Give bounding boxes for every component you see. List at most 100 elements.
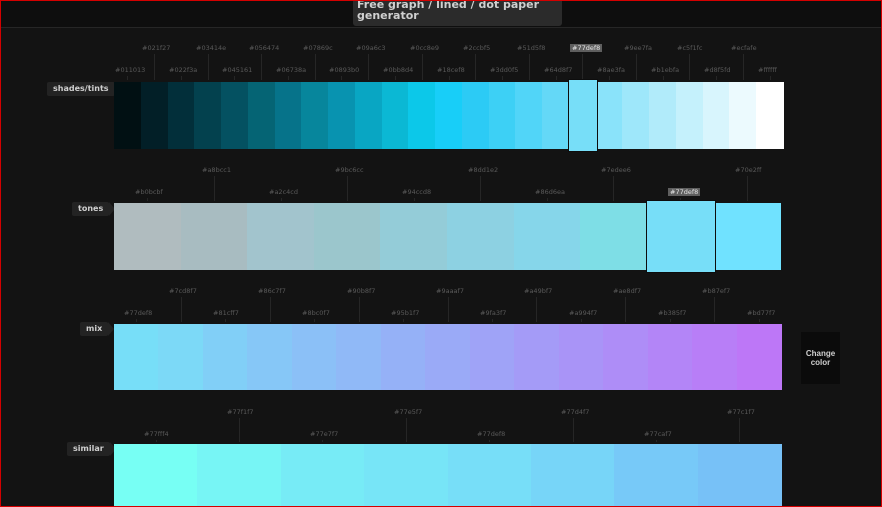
mix-swatch[interactable]	[692, 324, 738, 390]
shades-hex-label: #045161	[222, 66, 253, 74]
shades-swatch[interactable]	[328, 82, 357, 149]
similar-swatch[interactable]	[697, 444, 782, 507]
mix-swatch[interactable]	[514, 324, 560, 390]
shades-swatch[interactable]	[542, 82, 571, 149]
tones-swatch[interactable]	[380, 203, 449, 270]
shades-swatch[interactable]	[515, 82, 544, 149]
shades-swatch[interactable]	[247, 82, 276, 149]
shades-swatch[interactable]	[221, 82, 250, 149]
tones-swatch[interactable]	[713, 203, 782, 270]
shades-swatch[interactable]	[274, 82, 303, 149]
similar-swatch[interactable]	[280, 444, 365, 507]
tones-hex-tick	[747, 176, 748, 201]
similar-hex-label: #77def8	[477, 430, 506, 438]
shades-hex-label: #056474	[249, 44, 280, 52]
site-banner[interactable]: Free graph / lined / dot paper generator	[353, 0, 562, 26]
shades-hex-tick	[475, 54, 476, 80]
shades-swatch[interactable]	[114, 82, 142, 149]
shades-swatch[interactable]	[435, 82, 464, 149]
mix-hex-tick	[359, 297, 360, 322]
tones-swatch[interactable]	[646, 201, 715, 272]
similar-swatch[interactable]	[447, 444, 532, 507]
tones-hex-label: #a8bcc1	[202, 166, 231, 174]
shades-hex-tick	[208, 54, 209, 80]
mix-hex-label: #a49bf7	[524, 287, 553, 295]
mix-swatch[interactable]	[114, 324, 159, 390]
mix-hex-label: #9fa3f7	[480, 309, 507, 317]
shades-swatch[interactable]	[354, 82, 383, 149]
tones-hex-tick	[214, 176, 215, 201]
mix-swatch[interactable]	[603, 324, 649, 390]
tones-swatch[interactable]	[114, 203, 182, 270]
similar-swatch[interactable]	[530, 444, 615, 507]
shades-swatch[interactable]	[702, 82, 731, 149]
shades-hex-tick	[395, 76, 396, 80]
shades-hex-label: #8ae3fa	[597, 66, 625, 74]
shades-swatch[interactable]	[408, 82, 437, 149]
mix-swatch[interactable]	[469, 324, 515, 390]
tones-swatch[interactable]	[513, 203, 582, 270]
mix-hex-tick	[403, 319, 404, 322]
mix-hex-label: #9aaaf7	[436, 287, 464, 295]
tones-swatch[interactable]	[447, 203, 515, 270]
tones-hex-label: #86d6ea	[535, 188, 565, 196]
similar-hex-label: #77f1f7	[227, 408, 254, 416]
shades-swatch[interactable]	[301, 82, 330, 149]
tones-hex-tick	[147, 198, 148, 201]
shades-swatch[interactable]	[568, 80, 597, 151]
mix-hex-label: #81cff7	[213, 309, 239, 317]
shades-swatch[interactable]	[729, 82, 758, 149]
similar-hex-tick	[406, 418, 407, 442]
shades-swatch[interactable]	[488, 82, 517, 149]
tones-swatch[interactable]	[247, 203, 316, 270]
similar-hex-label: #77caf7	[644, 430, 672, 438]
mix-swatch[interactable]	[336, 324, 382, 390]
shades-hex-tick	[529, 54, 530, 80]
mix-swatch[interactable]	[425, 324, 471, 390]
mix-swatch[interactable]	[647, 324, 693, 390]
top-bar: Free graph / lined / dot paper generator	[1, 0, 881, 28]
similar-swatch[interactable]	[614, 444, 699, 507]
similar-swatch[interactable]	[197, 444, 282, 507]
similar-hex-tick	[489, 440, 490, 442]
shades-hex-tick	[234, 76, 235, 80]
shades-hex-label: #51d5f8	[517, 44, 546, 52]
mix-swatch[interactable]	[736, 324, 782, 390]
shades-hex-tick	[743, 54, 744, 80]
similar-swatch[interactable]	[114, 444, 198, 507]
shades-swatch[interactable]	[649, 82, 678, 149]
shades-swatch[interactable]	[675, 82, 704, 149]
mix-swatch[interactable]	[247, 324, 293, 390]
shades-hex-tick	[609, 76, 610, 80]
shades-swatch[interactable]	[622, 82, 651, 149]
similar-hex-label: #77c1f7	[727, 408, 755, 416]
shades-hex-tick	[368, 54, 369, 80]
shades-hex-label: #64d8f7	[544, 66, 573, 74]
shades-swatch[interactable]	[595, 82, 624, 149]
mix-swatch[interactable]	[202, 324, 248, 390]
shades-hex-tick	[181, 76, 182, 80]
change-color-button[interactable]: Change color	[801, 332, 840, 384]
shades-swatch[interactable]	[381, 82, 410, 149]
tones-hex-tick	[547, 198, 548, 201]
shades-hex-tick	[449, 76, 450, 80]
tones-hex-label: #b0bcbf	[135, 188, 163, 196]
mix-hex-label: #7cd8f7	[169, 287, 197, 295]
mix-hex-tick	[625, 297, 626, 322]
tones-swatch[interactable]	[313, 203, 382, 270]
tones-swatch[interactable]	[580, 203, 649, 270]
shades-swatch[interactable]	[194, 82, 223, 149]
shades-swatch[interactable]	[461, 82, 490, 149]
shades-swatch[interactable]	[167, 82, 196, 149]
shades-swatch[interactable]	[140, 82, 169, 149]
mix-swatch[interactable]	[558, 324, 604, 390]
mix-hex-label: #77def8	[124, 309, 153, 317]
shades-swatch[interactable]	[756, 82, 785, 149]
mix-swatch[interactable]	[291, 324, 337, 390]
similar-swatch[interactable]	[364, 444, 449, 507]
tones-swatch[interactable]	[180, 203, 249, 270]
tones-hex-label: #7edee6	[601, 166, 631, 174]
mix-swatch[interactable]	[380, 324, 426, 390]
mix-swatch[interactable]	[158, 324, 204, 390]
mix-hex-label: #86c7f7	[258, 287, 286, 295]
